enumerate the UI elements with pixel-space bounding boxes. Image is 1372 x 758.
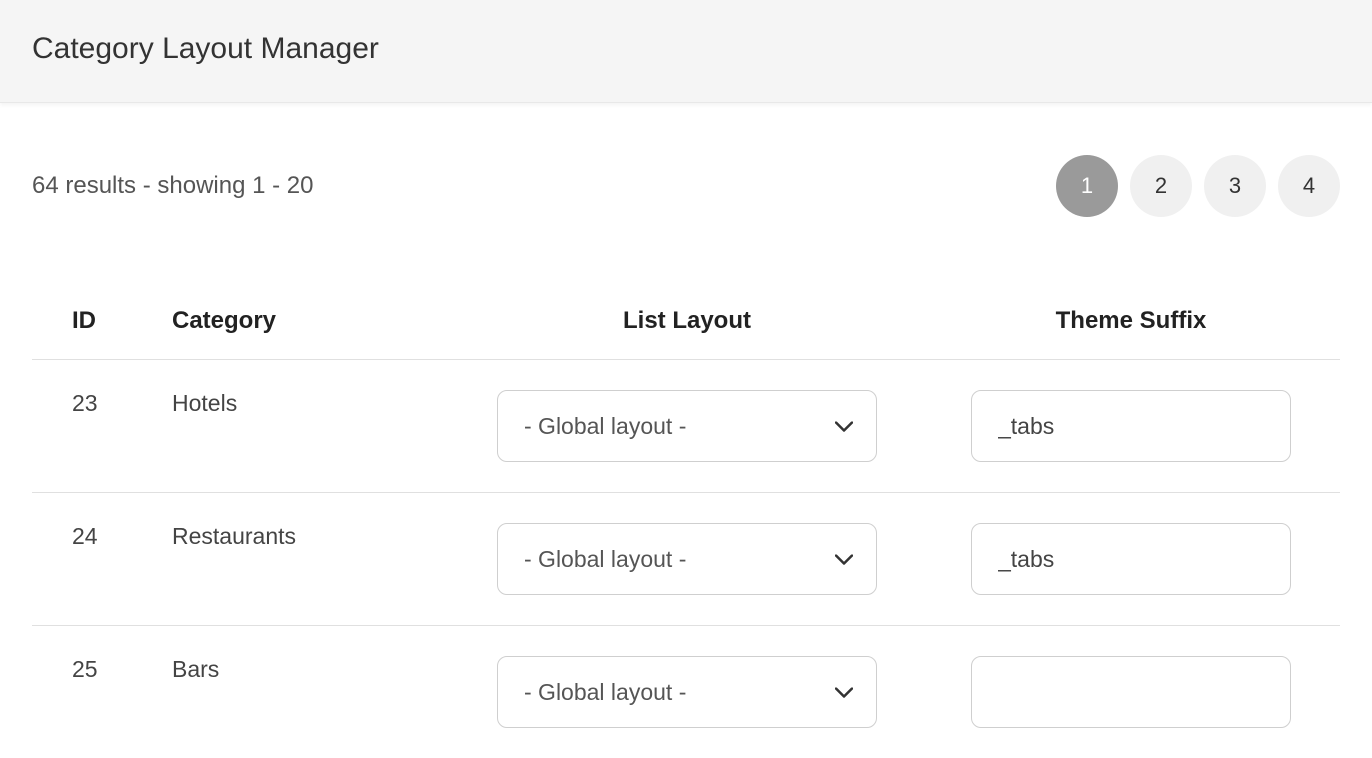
theme-suffix-input[interactable] [971, 656, 1291, 728]
category-table: ID Category List Layout Theme Suffix 23 … [32, 287, 1340, 758]
list-layout-select[interactable]: - Global layout - [497, 656, 877, 728]
cell-theme-suffix [922, 360, 1340, 493]
theme-suffix-input[interactable] [971, 390, 1291, 462]
cell-category: Restaurants [172, 493, 452, 626]
cell-theme-suffix [922, 626, 1340, 758]
cell-list-layout: - Global layout - [452, 493, 922, 626]
pagination: 1 2 3 4 [1056, 155, 1340, 217]
table-row: 23 Hotels - Global layout - [32, 360, 1340, 493]
cell-category: Hotels [172, 360, 452, 493]
cell-list-layout: - Global layout - [452, 360, 922, 493]
list-layout-select-wrap: - Global layout - [497, 656, 877, 728]
page-title: Category Layout Manager [32, 32, 1340, 66]
list-layout-select[interactable]: - Global layout - [497, 390, 877, 462]
page-button-2[interactable]: 2 [1130, 155, 1192, 217]
content-area: 64 results - showing 1 - 20 1 2 3 4 ID C… [0, 103, 1372, 758]
column-header-list-layout: List Layout [452, 287, 922, 360]
page-button-4[interactable]: 4 [1278, 155, 1340, 217]
list-layout-select[interactable]: - Global layout - [497, 523, 877, 595]
list-layout-select-wrap: - Global layout - [497, 390, 877, 462]
cell-id: 25 [32, 626, 172, 758]
cell-list-layout: - Global layout - [452, 626, 922, 758]
column-header-id: ID [32, 287, 172, 360]
cell-id: 24 [32, 493, 172, 626]
page-button-3[interactable]: 3 [1204, 155, 1266, 217]
cell-id: 23 [32, 360, 172, 493]
column-header-category: Category [172, 287, 452, 360]
results-bar: 64 results - showing 1 - 20 1 2 3 4 [32, 103, 1340, 257]
page-button-1[interactable]: 1 [1056, 155, 1118, 217]
results-summary: 64 results - showing 1 - 20 [32, 172, 313, 200]
page-header: Category Layout Manager [0, 0, 1372, 103]
theme-suffix-input[interactable] [971, 523, 1291, 595]
list-layout-select-wrap: - Global layout - [497, 523, 877, 595]
table-row: 25 Bars - Global layout - [32, 626, 1340, 758]
cell-category: Bars [172, 626, 452, 758]
table-row: 24 Restaurants - Global layout - [32, 493, 1340, 626]
cell-theme-suffix [922, 493, 1340, 626]
column-header-theme-suffix: Theme Suffix [922, 287, 1340, 360]
